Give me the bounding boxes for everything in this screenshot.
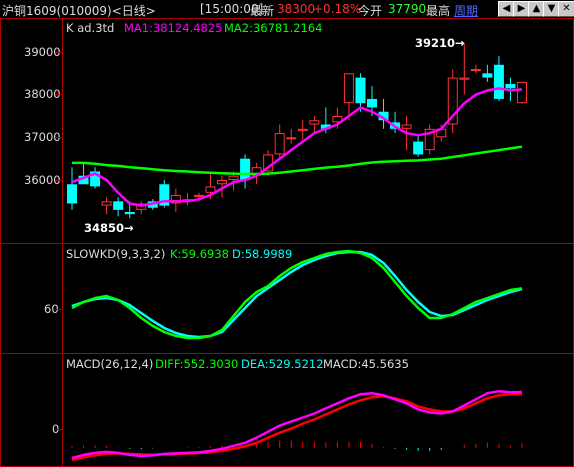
high-annotation: 39210→ (415, 36, 465, 50)
instrument-title: 沪铜1609(010009)<日线> (2, 4, 156, 18)
macd-dea-line (71, 392, 523, 462)
title-bar: 沪铜1609(010009)<日线> [15:00:00] 最新 38300 +… (0, 0, 574, 18)
candle-body (124, 212, 135, 215)
ma2-label: MA2:36781.2164 (224, 21, 323, 35)
macd-dea-label: DEA:529.5212 (241, 357, 324, 371)
candle-body (67, 184, 77, 204)
candle-body (228, 175, 239, 181)
candle-body (517, 81, 527, 104)
candle-body (459, 77, 470, 80)
kd-layer (71, 249, 523, 340)
kd-d-label: D:58.9989 (232, 247, 292, 261)
macd-diff-label: DIFF:552.3030 (155, 357, 238, 371)
last-price-value: 38300 (277, 2, 316, 16)
macd-diff-line (71, 389, 523, 460)
indicator-label: K ad.3td (66, 21, 114, 35)
candle-body (217, 180, 227, 185)
candle-body (505, 84, 516, 89)
close-icon[interactable]: ✕ (558, 1, 574, 17)
candle-body (113, 201, 124, 210)
candle-body (355, 77, 366, 104)
open-price-value: 37790 (388, 2, 427, 16)
high-price-label: 最高 (426, 4, 451, 18)
candle-body (401, 124, 412, 129)
candle-body (205, 186, 216, 193)
kd-k-label: K:59.6938 (170, 247, 229, 261)
candle-body (482, 73, 493, 78)
candle-body (309, 120, 320, 125)
chart-area[interactable]: K ad.3td MA1:38124.4825 MA2:36781.2164 3… (0, 18, 574, 467)
macd-label: MACD(26,12,4) (66, 357, 153, 371)
candle-body (297, 128, 308, 131)
macd-value-label: MACD:45.5635 (323, 357, 409, 371)
kd-label: SLOWKD(9,3,3,2) (66, 247, 165, 261)
candle-body (493, 64, 504, 99)
ma2-line (72, 145, 523, 176)
candle-body (413, 141, 424, 155)
candle-body (286, 137, 297, 140)
kd-k-line (71, 249, 523, 340)
change-percent: +0.18% (313, 2, 362, 16)
candle-body (101, 201, 112, 206)
candle-body (274, 133, 285, 155)
candle-body (343, 73, 354, 104)
candle-body (470, 69, 481, 72)
low-annotation: 34850→ (84, 221, 134, 235)
candle-body (367, 98, 377, 108)
macd-layer (71, 389, 523, 462)
last-price-label: 最新 (250, 4, 275, 18)
ma1-label: MA1:38124.4825 (124, 21, 223, 35)
candle-body (240, 158, 251, 180)
period-link[interactable]: 周期 (454, 2, 478, 19)
candle-body (193, 194, 204, 198)
open-price-label: 今开 (358, 4, 383, 18)
candles-layer (67, 43, 527, 219)
main-pane-border (0, 18, 574, 244)
